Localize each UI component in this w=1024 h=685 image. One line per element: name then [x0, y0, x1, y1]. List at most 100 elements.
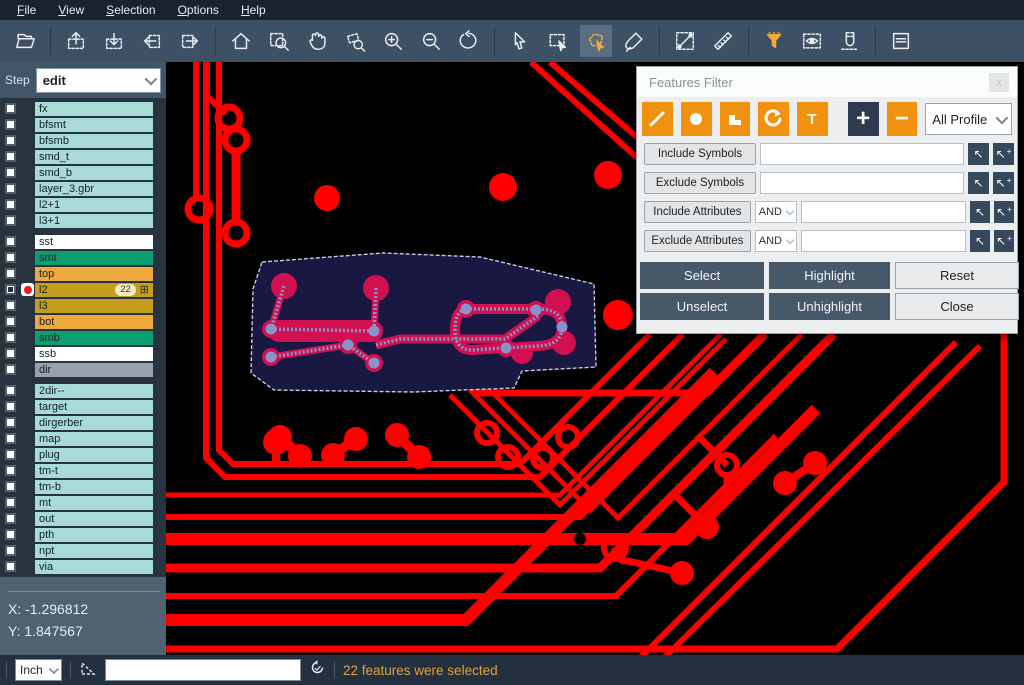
layer-strip[interactable]: top — [35, 267, 153, 281]
layer-checkbox[interactable] — [5, 385, 16, 396]
zoom-window-icon[interactable] — [263, 25, 295, 57]
layer-checkbox[interactable] — [5, 401, 16, 412]
move-left-icon[interactable] — [136, 25, 168, 57]
select-polygon-icon[interactable] — [580, 25, 612, 57]
layer-row-fx[interactable]: fx — [0, 101, 166, 116]
select-rect-icon[interactable] — [542, 25, 574, 57]
layer-row-via[interactable]: via — [0, 559, 166, 574]
layer-row-dir[interactable]: dir — [0, 362, 166, 377]
layer-row-ssb[interactable]: ssb — [0, 346, 166, 361]
menu-help[interactable]: Help — [232, 1, 275, 19]
sync-icon[interactable] — [309, 659, 326, 681]
layer-checkbox[interactable] — [5, 332, 16, 343]
reset-button[interactable]: Reset — [895, 262, 1019, 289]
zoom-previous-icon[interactable] — [453, 25, 485, 57]
layer-strip[interactable]: bfsmt — [35, 118, 153, 132]
layer-checkbox[interactable] — [5, 364, 16, 375]
layer-strip[interactable]: ssb — [35, 347, 153, 361]
layers-panel-icon[interactable] — [885, 25, 917, 57]
layer-checkbox[interactable] — [5, 513, 16, 524]
arc-feature-icon[interactable] — [758, 102, 789, 136]
layer-row-mt[interactable]: mt — [0, 495, 166, 510]
layer-strip[interactable]: smb — [35, 331, 153, 345]
layer-strip[interactable]: fx — [35, 102, 153, 116]
layer-checkbox[interactable] — [5, 433, 16, 444]
pick-from-canvas-button[interactable]: ↖ — [968, 143, 989, 165]
pick-add-from-canvas-button[interactable]: ↖+ — [993, 143, 1014, 165]
units-select[interactable]: Inch — [15, 659, 62, 681]
filter-row-label-button[interactable]: Include Attributes — [644, 201, 751, 223]
home-icon[interactable] — [225, 25, 257, 57]
layer-checkbox[interactable] — [5, 316, 16, 327]
highlight-button[interactable]: Highlight — [769, 262, 890, 289]
layer-strip[interactable]: smt — [35, 251, 153, 265]
layer-strip[interactable]: mt — [35, 496, 153, 510]
layer-checkbox[interactable] — [5, 236, 16, 247]
layer-checkbox[interactable] — [5, 481, 16, 492]
filter-row-label-button[interactable]: Include Symbols — [644, 143, 756, 165]
pick-from-canvas-button[interactable]: ↖ — [970, 230, 990, 252]
layer-strip[interactable]: npt — [35, 544, 153, 558]
layer-strip[interactable]: bot — [35, 315, 153, 329]
layer-row-npt[interactable]: npt — [0, 543, 166, 558]
layer-row-smb[interactable]: smb — [0, 330, 166, 345]
command-input[interactable] — [105, 659, 301, 681]
pick-add-from-canvas-button[interactable]: ↖+ — [994, 230, 1014, 252]
zoom-polygon-icon[interactable] — [339, 25, 371, 57]
layer-row-out[interactable]: out — [0, 511, 166, 526]
select-cursor-icon[interactable] — [504, 25, 536, 57]
filter-row-label-button[interactable]: Exclude Attributes — [644, 230, 751, 252]
filter-row-input[interactable] — [760, 143, 964, 165]
menu-options[interactable]: Options — [169, 1, 228, 19]
and-or-select[interactable]: AND — [755, 230, 797, 252]
layer-checkbox[interactable] — [5, 199, 16, 210]
dialog-title-bar[interactable]: Features Filter x — [637, 67, 1017, 97]
pan-hand-icon[interactable] — [301, 25, 333, 57]
filter-row-input[interactable] — [760, 172, 964, 194]
layer-checkbox[interactable] — [5, 119, 16, 130]
layer-row-l2+1[interactable]: l2+1 — [0, 197, 166, 212]
layer-row-bfsmb[interactable]: bfsmb — [0, 133, 166, 148]
layer-row-l3[interactable]: l3 — [0, 298, 166, 313]
pick-from-canvas-button[interactable]: ↖ — [968, 172, 989, 194]
layer-row-smd_b[interactable]: smd_b — [0, 165, 166, 180]
layer-row-plug[interactable]: plug — [0, 447, 166, 462]
layer-strip[interactable]: smd_t — [35, 150, 153, 164]
layer-strip[interactable]: map — [35, 432, 153, 446]
layer-strip[interactable]: out — [35, 512, 153, 526]
pick-from-canvas-button[interactable]: ↖ — [970, 201, 990, 223]
layer-row-pth[interactable]: pth — [0, 527, 166, 542]
layer-checkbox[interactable] — [5, 465, 16, 476]
pick-add-from-canvas-button[interactable]: ↖+ — [993, 172, 1014, 194]
move-right-icon[interactable] — [174, 25, 206, 57]
and-or-select[interactable]: AND — [755, 201, 797, 223]
layer-row-map[interactable]: map — [0, 431, 166, 446]
layer-row-tm-b[interactable]: tm-b — [0, 479, 166, 494]
move-down-icon[interactable] — [98, 25, 130, 57]
surface-feature-icon[interactable] — [720, 102, 751, 136]
measure-line-icon[interactable] — [669, 25, 701, 57]
layer-row-smd_t[interactable]: smd_t — [0, 149, 166, 164]
layer-strip[interactable]: via — [35, 560, 153, 574]
filter-row-label-button[interactable]: Exclude Symbols — [644, 172, 756, 194]
layer-strip[interactable]: tm-t — [35, 464, 153, 478]
filter-row-input[interactable] — [801, 201, 966, 223]
layer-strip[interactable]: pth — [35, 528, 153, 542]
layer-strip[interactable]: l3 — [35, 299, 153, 313]
layer-checkbox[interactable] — [5, 284, 16, 295]
layer-strip[interactable]: plug — [35, 448, 153, 462]
layer-strip[interactable]: l3+1 — [35, 214, 153, 228]
text-feature-icon[interactable]: T — [797, 102, 828, 136]
move-up-icon[interactable] — [60, 25, 92, 57]
menu-selection[interactable]: Selection — [97, 1, 164, 19]
zoom-in-icon[interactable] — [377, 25, 409, 57]
line-feature-icon[interactable] — [642, 102, 673, 136]
layer-strip[interactable]: tm-b — [35, 480, 153, 494]
grid-icon[interactable]: ⊞ — [140, 284, 149, 296]
layer-checkbox[interactable] — [5, 348, 16, 359]
layer-strip[interactable]: sst — [35, 235, 153, 249]
pad-feature-icon[interactable] — [681, 102, 712, 136]
unselect-button[interactable]: Unselect — [640, 293, 764, 320]
layer-checkbox[interactable] — [5, 561, 16, 572]
layer-strip[interactable]: bfsmb — [35, 134, 153, 148]
